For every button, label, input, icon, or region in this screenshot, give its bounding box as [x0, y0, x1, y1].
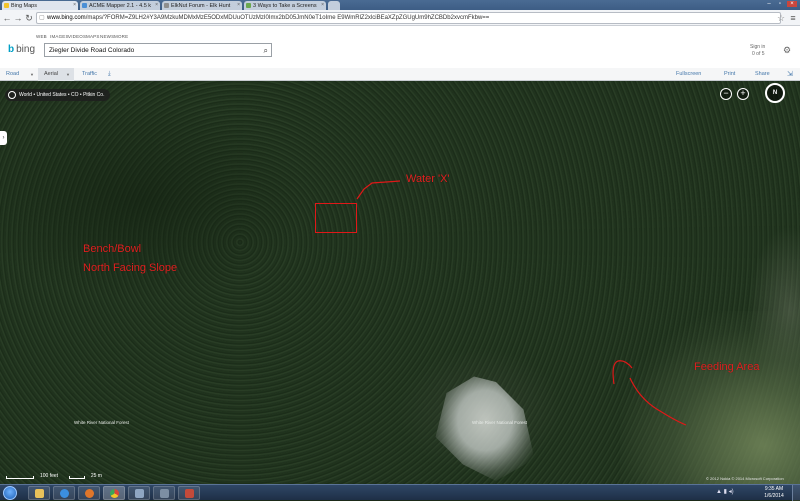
search-input[interactable]: Ziegler Divide Road Colorado ⌕ [44, 43, 272, 57]
nav-videos[interactable]: VIDEOS [68, 34, 86, 39]
water-leader-line [356, 180, 401, 200]
collapse-arrow-icon[interactable]: ⇲ [787, 70, 793, 78]
share-button[interactable]: Share [755, 71, 770, 77]
file-explorer-icon [35, 489, 44, 498]
clock-date: 1/6/2014 [764, 493, 784, 499]
taskbar-internet-explorer[interactable] [53, 486, 75, 500]
bing-header: WEB IMAGES VIDEOS MAPS NEWS MORE b bing Z… [0, 26, 800, 68]
wikihow-favicon-icon [246, 3, 251, 8]
tab-acme-mapper[interactable]: ACME Mapper 2.1 - 4.5 k × [80, 1, 160, 10]
taskbar-file-explorer[interactable] [28, 486, 50, 500]
internet-explorer-icon [60, 489, 69, 498]
bookmark-star-icon[interactable]: ☆ [776, 12, 786, 24]
close-icon[interactable]: × [237, 2, 240, 8]
forest-label: White River National Forest [74, 420, 130, 425]
windows-taskbar: ▲ ▮ ◂) 9:35 AM 1/6/2014 [0, 484, 800, 501]
acme-favicon-icon [82, 3, 87, 8]
bing-logo[interactable]: b bing [8, 44, 35, 55]
feeding-arrow-head [612, 360, 633, 385]
window-close-icon[interactable]: × [787, 1, 797, 7]
tab-screenshot-guide[interactable]: 3 Ways to Take a Screens × [244, 1, 326, 10]
tab-title: ACME Mapper 2.1 - 4.5 k [89, 2, 152, 9]
show-desktop-button[interactable] [792, 485, 800, 501]
map-copyright: © 2012 Nokia © 2014 Microsoft Corporatio… [706, 476, 784, 481]
url-path: /maps/?FORM=Z9LH2#Y3A9MzkuMDMxMzE5ODxMDU… [85, 15, 490, 21]
window-app-icon [135, 489, 144, 498]
snipping-tool-icon [185, 489, 194, 498]
maximize-icon[interactable]: ▫ [775, 1, 785, 7]
road-view-button[interactable]: Road [6, 71, 19, 77]
calculator-icon [160, 489, 169, 498]
tab-title: 3 Ways to Take a Screens [253, 2, 317, 9]
scale-meters: 25 m [90, 473, 102, 479]
download-icon[interactable]: ⤓ [108, 71, 111, 78]
tab-elknut-forum[interactable]: ElkNut Forum - Elk Hunt × [162, 1, 242, 10]
close-icon[interactable]: × [321, 2, 324, 8]
scale-bar [68, 476, 85, 479]
sign-in-link[interactable]: Sign in [750, 44, 765, 50]
scale-bar [6, 476, 34, 479]
annotation-bench-line2: North Facing Slope [83, 262, 178, 274]
water-marker-box [315, 203, 357, 233]
traffic-button[interactable]: Traffic [82, 71, 97, 77]
clock-time: 9:35 AM [764, 486, 784, 492]
address-bar[interactable]: ▢ www.bing.com/maps/?FORM=Z9LH2#Y3A9Mzku… [36, 12, 781, 24]
nav-maps[interactable]: MAPS [86, 34, 100, 39]
close-icon[interactable]: × [155, 2, 158, 8]
chevron-down-icon[interactable]: ▼ [30, 72, 34, 77]
map-toolbar: Road ▼ Aerial ▼ Traffic ⤓ Fullscreen Pri… [0, 68, 800, 81]
forest-label: White River National Forest [472, 420, 528, 425]
taskbar-snipping-tool[interactable] [178, 486, 200, 500]
taskbar-calculator[interactable] [153, 486, 175, 500]
annotation-bench-line1: Bench/Bowl [83, 243, 142, 255]
bing-logo-text: bing [16, 44, 36, 55]
chevron-down-icon[interactable]: ▼ [66, 72, 70, 77]
browser-toolbar: ← → ↻ ▢ www.bing.com/maps/?FORM=Z9LH2#Y3… [0, 10, 800, 26]
scale-feet: 100 feet [40, 473, 59, 479]
start-button[interactable] [3, 486, 17, 500]
annotation-feeding: Feeding Area [694, 361, 760, 373]
elknut-favicon-icon [164, 3, 169, 8]
bing-favicon-icon [4, 3, 9, 8]
map-scale: 100 feet 25 m [6, 473, 102, 479]
fullscreen-button[interactable]: Fullscreen [676, 71, 701, 77]
bing-b-icon: b [8, 44, 15, 55]
forward-arrow-icon[interactable]: → [13, 12, 23, 24]
annotation-water: Water 'X' [406, 173, 450, 185]
taskbar-window-app[interactable] [128, 486, 150, 500]
nav-news[interactable]: NEWS [100, 34, 114, 39]
browser-tab-bar: Bing Maps × ACME Mapper 2.1 - 4.5 k × El… [0, 0, 800, 10]
nav-web[interactable]: WEB [36, 34, 47, 39]
aerial-map[interactable]: World • United States • CO • Pitkin Co. … [0, 81, 800, 484]
system-tray[interactable]: ▲ ▮ ◂) [716, 488, 734, 495]
taskbar-media-player[interactable] [78, 486, 100, 500]
page-icon: ▢ [39, 15, 45, 21]
reload-icon[interactable]: ↻ [24, 12, 34, 24]
close-icon[interactable]: × [73, 2, 76, 8]
url-host: www.bing.com [47, 15, 86, 21]
gear-icon[interactable]: ⚙ [783, 45, 791, 56]
taskbar-chrome[interactable] [103, 486, 125, 500]
back-arrow-icon[interactable]: ← [2, 12, 12, 24]
media-player-icon [85, 489, 94, 498]
nav-images[interactable]: IMAGES [50, 34, 69, 39]
taskbar-clock[interactable]: 9:35 AM 1/6/2014 [761, 486, 787, 500]
minimize-icon[interactable]: – [764, 1, 774, 7]
search-icon[interactable]: ⌕ [264, 46, 268, 56]
tab-bing-maps[interactable]: Bing Maps × [2, 1, 78, 10]
chrome-menu-icon[interactable]: ≡ [788, 12, 798, 24]
nav-more[interactable]: MORE [114, 34, 128, 39]
tab-title: Bing Maps [11, 2, 37, 9]
rewards-count[interactable]: 0 of 5 [752, 51, 765, 57]
feeding-arrow-line [629, 377, 687, 426]
search-value: Ziegler Divide Road Colorado [49, 47, 135, 54]
tab-title: ElkNut Forum - Elk Hunt [171, 2, 231, 9]
chrome-icon [110, 489, 119, 498]
print-button[interactable]: Print [724, 71, 735, 77]
new-tab-button[interactable] [328, 1, 340, 10]
